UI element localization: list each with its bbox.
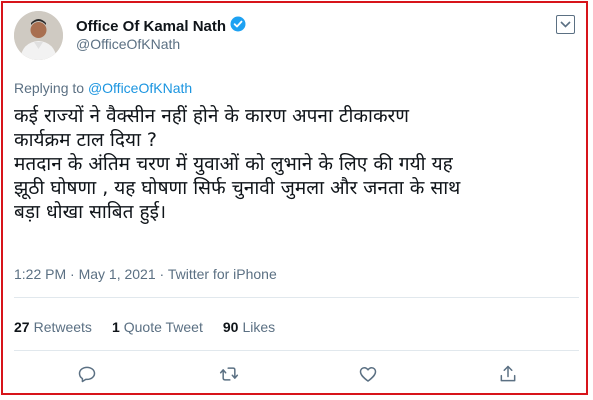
divider — [14, 297, 579, 298]
replying-to: Replying to @OfficeOfKNath — [14, 80, 192, 96]
chevron-down-icon[interactable] — [556, 15, 575, 34]
heart-icon[interactable] — [356, 362, 380, 386]
likes-count: 90 — [222, 319, 239, 335]
action-bar — [0, 362, 593, 388]
tweet-line: बड़ा धोखा साबित हुई। — [14, 201, 167, 223]
tweet-line: कई राज्यों ने वैक्सीन नहीं होने के कारण … — [14, 105, 410, 127]
retweets-label: Retweets — [33, 319, 92, 335]
author-name-row[interactable]: Office Of Kamal Nath — [76, 16, 246, 36]
likes-stat[interactable]: 90 Likes — [223, 319, 275, 335]
quotes-label: Quote Tweet — [123, 319, 203, 335]
tweet-text: कई राज्यों ने वैक्सीन नहीं होने के कारण … — [14, 104, 579, 224]
divider — [14, 350, 579, 351]
engagement-stats: 27 Retweets 1 Quote Tweet 90 Likes — [14, 319, 275, 335]
tweet-line: कार्यक्रम टाल दिया ? — [14, 129, 158, 151]
replying-to-link[interactable]: @OfficeOfKNath — [88, 80, 192, 96]
retweet-icon[interactable] — [217, 362, 241, 386]
quotes-stat[interactable]: 1 Quote Tweet — [112, 319, 203, 335]
likes-label: Likes — [242, 319, 276, 335]
author-handle[interactable]: @OfficeOfKNath — [76, 36, 180, 52]
avatar[interactable] — [14, 11, 63, 60]
tweet-line: मतदान के अंतिम चरण में युवाओं को लुभाने … — [14, 153, 453, 175]
share-icon[interactable] — [496, 362, 520, 386]
tweet-line: झूठी घोषणा , यह घोषणा सिर्फ चुनावी जुमला… — [14, 177, 461, 199]
quotes-count: 1 — [111, 319, 120, 335]
retweets-stat[interactable]: 27 Retweets — [14, 319, 92, 335]
tweet-timestamp[interactable]: 1:22 PM · May 1, 2021 · Twitter for iPho… — [14, 266, 277, 282]
replying-to-label: Replying to — [14, 80, 85, 96]
reply-icon[interactable] — [75, 362, 99, 386]
verified-badge-icon — [230, 16, 246, 36]
retweets-count: 27 — [14, 319, 30, 335]
author-name[interactable]: Office Of Kamal Nath — [76, 18, 226, 35]
